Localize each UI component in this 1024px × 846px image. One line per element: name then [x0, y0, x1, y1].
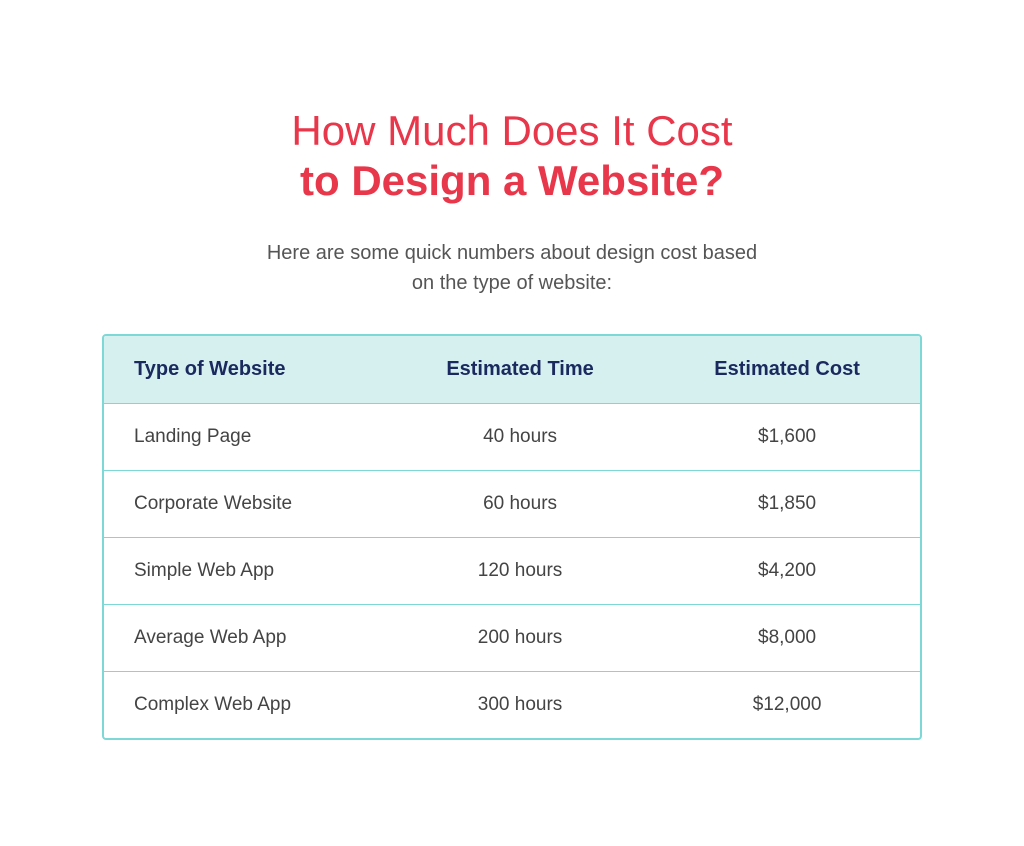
main-container: How Much Does It Cost to Design a Websit… [82, 66, 942, 781]
table-cell-1-0: Corporate Website [104, 471, 386, 538]
table-header-row: Type of Website Estimated Time Estimated… [104, 336, 920, 404]
table-cell-2-2: $4,200 [654, 538, 920, 605]
table-cell-1-1: 60 hours [386, 471, 654, 538]
table-cell-4-0: Complex Web App [104, 672, 386, 739]
table-cell-2-0: Simple Web App [104, 538, 386, 605]
table-cell-0-2: $1,600 [654, 404, 920, 471]
pricing-table: Type of Website Estimated Time Estimated… [104, 336, 920, 738]
table-cell-0-0: Landing Page [104, 404, 386, 471]
col-header-cost: Estimated Cost [654, 336, 920, 404]
col-header-type: Type of Website [104, 336, 386, 404]
table-cell-2-1: 120 hours [386, 538, 654, 605]
table-cell-3-0: Average Web App [104, 605, 386, 672]
table-row: Complex Web App300 hours$12,000 [104, 672, 920, 739]
table-cell-1-2: $1,850 [654, 471, 920, 538]
title-line2: to Design a Website? [102, 156, 922, 206]
subtitle-text: Here are some quick numbers about design… [102, 238, 922, 298]
table-cell-4-2: $12,000 [654, 672, 920, 739]
table-body: Landing Page40 hours$1,600Corporate Webs… [104, 404, 920, 739]
pricing-table-wrapper: Type of Website Estimated Time Estimated… [102, 334, 922, 740]
table-row: Simple Web App120 hours$4,200 [104, 538, 920, 605]
table-cell-3-2: $8,000 [654, 605, 920, 672]
col-header-time: Estimated Time [386, 336, 654, 404]
title-line1: How Much Does It Cost [102, 106, 922, 156]
table-cell-4-1: 300 hours [386, 672, 654, 739]
table-row: Average Web App200 hours$8,000 [104, 605, 920, 672]
table-cell-0-1: 40 hours [386, 404, 654, 471]
title-section: How Much Does It Cost to Design a Websit… [102, 106, 922, 207]
table-cell-3-1: 200 hours [386, 605, 654, 672]
table-row: Landing Page40 hours$1,600 [104, 404, 920, 471]
table-row: Corporate Website60 hours$1,850 [104, 471, 920, 538]
